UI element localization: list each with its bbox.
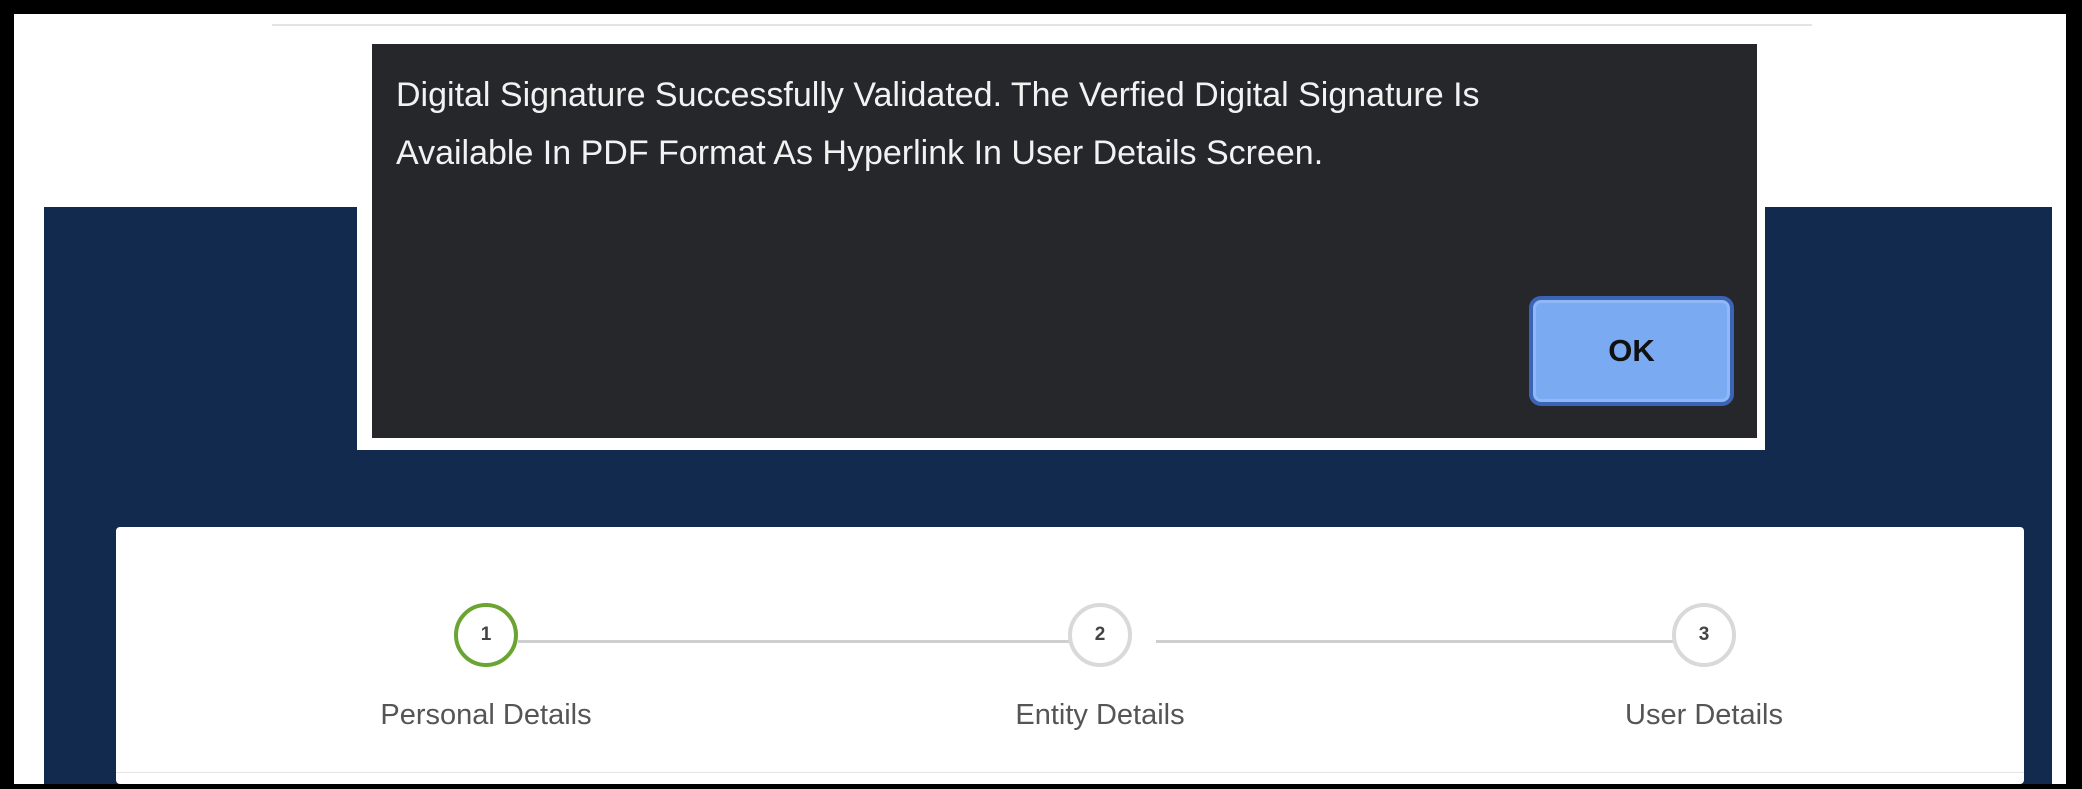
ok-button[interactable]: OK xyxy=(1529,296,1734,406)
alert-message: Digital Signature Successfully Validated… xyxy=(396,66,1736,182)
step-3-label: User Details xyxy=(1625,699,1783,731)
page-viewport: 1 2 3 Personal Details Entity Details Us… xyxy=(14,14,2066,784)
step-connector-2-3 xyxy=(1156,640,1718,643)
step-1-label: Personal Details xyxy=(380,699,592,731)
alert-dialog: Digital Signature Successfully Validated… xyxy=(372,44,1757,438)
alert-message-line-2: Available In PDF Format As Hyperlink In … xyxy=(396,134,1324,172)
registration-card: 1 2 3 Personal Details Entity Details Us… xyxy=(116,527,2024,784)
alert-message-line-1: Digital Signature Successfully Validated… xyxy=(396,76,1480,114)
step-2-label: Entity Details xyxy=(1015,699,1185,731)
card-divider xyxy=(116,772,2024,773)
screenshot-frame: 1 2 3 Personal Details Entity Details Us… xyxy=(0,0,2082,789)
step-1-indicator[interactable]: 1 xyxy=(454,603,518,667)
header-divider xyxy=(272,24,1812,26)
step-connector-1-2 xyxy=(518,640,1082,643)
step-2-indicator[interactable]: 2 xyxy=(1068,603,1132,667)
step-3-indicator[interactable]: 3 xyxy=(1672,603,1736,667)
